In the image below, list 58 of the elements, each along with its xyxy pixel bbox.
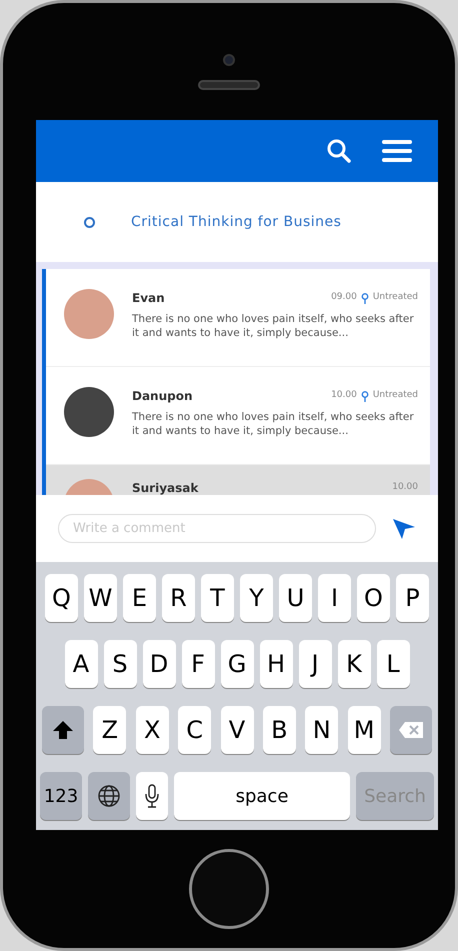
status-label: Untreated — [372, 389, 418, 402]
avatar — [64, 289, 114, 339]
message-preview: There is no one who loves pain itself, who seeks after it and wants to have it, simply because... — [132, 313, 415, 340]
message-time: 10.00 — [331, 389, 357, 402]
message-time: 10.00 — [392, 481, 418, 494]
key[interactable]: P — [396, 574, 429, 622]
key[interactable]: S — [104, 640, 136, 688]
key[interactable]: K — [338, 640, 370, 688]
message-preview: There is no one who loves pain itself, who seeks after it and wants to have it, simply because... — [132, 411, 415, 438]
sender-name: Danupon — [132, 388, 193, 405]
key[interactable]: J — [298, 640, 332, 688]
key[interactable]: E — [123, 574, 156, 622]
key[interactable]: C — [178, 706, 212, 754]
speaker-grille — [198, 80, 260, 90]
key[interactable]: Q — [45, 574, 78, 622]
key[interactable]: T — [201, 574, 234, 622]
search-icon[interactable] — [326, 138, 352, 164]
camera-icon — [223, 54, 235, 66]
circle-icon — [84, 216, 95, 228]
send-icon[interactable] — [392, 518, 416, 540]
globe-icon — [97, 784, 121, 808]
backspace-icon — [398, 721, 424, 739]
pin-icon — [360, 292, 369, 304]
shift-key[interactable] — [42, 706, 84, 754]
key[interactable]: B — [262, 706, 296, 754]
key[interactable]: R — [162, 574, 195, 622]
pin-icon — [360, 390, 369, 402]
avatar — [64, 387, 114, 437]
sender-name: Evan — [132, 290, 165, 307]
key[interactable]: Z — [93, 706, 126, 754]
key[interactable]: A — [64, 640, 98, 688]
microphone-icon — [145, 784, 159, 808]
key[interactable]: D — [142, 640, 176, 688]
key[interactable]: H — [260, 640, 292, 688]
message-time: 09.00 — [331, 291, 357, 304]
menu-icon[interactable] — [382, 139, 412, 163]
key[interactable]: U — [279, 574, 312, 622]
status-label: Untreated — [372, 291, 418, 304]
key[interactable]: M — [348, 706, 381, 754]
key[interactable]: W — [84, 574, 117, 622]
key[interactable]: V — [220, 706, 254, 754]
globe-key[interactable] — [88, 772, 130, 820]
space-key[interactable]: space — [174, 772, 350, 820]
numbers-key[interactable]: 123 — [40, 772, 82, 820]
microphone-key[interactable] — [136, 772, 168, 820]
message-item[interactable]: Suriyasak 10.00 — [46, 465, 430, 495]
sender-name: Suriyasak — [132, 480, 198, 495]
key[interactable]: I — [318, 574, 351, 622]
shift-icon — [52, 720, 74, 740]
key[interactable]: X — [136, 706, 169, 754]
key[interactable]: Y — [240, 574, 273, 622]
key[interactable]: O — [357, 574, 390, 622]
key[interactable]: L — [376, 640, 410, 688]
message-item[interactable]: Evan 09.00 Untreated There is no one who loves pain itself, who seeks after it and wants to have it, simply because... — [46, 269, 430, 367]
key[interactable]: G — [220, 640, 254, 688]
key[interactable]: N — [305, 706, 338, 754]
course-title: Critical Thinking for Busines — [131, 212, 342, 232]
key[interactable]: F — [182, 640, 214, 688]
